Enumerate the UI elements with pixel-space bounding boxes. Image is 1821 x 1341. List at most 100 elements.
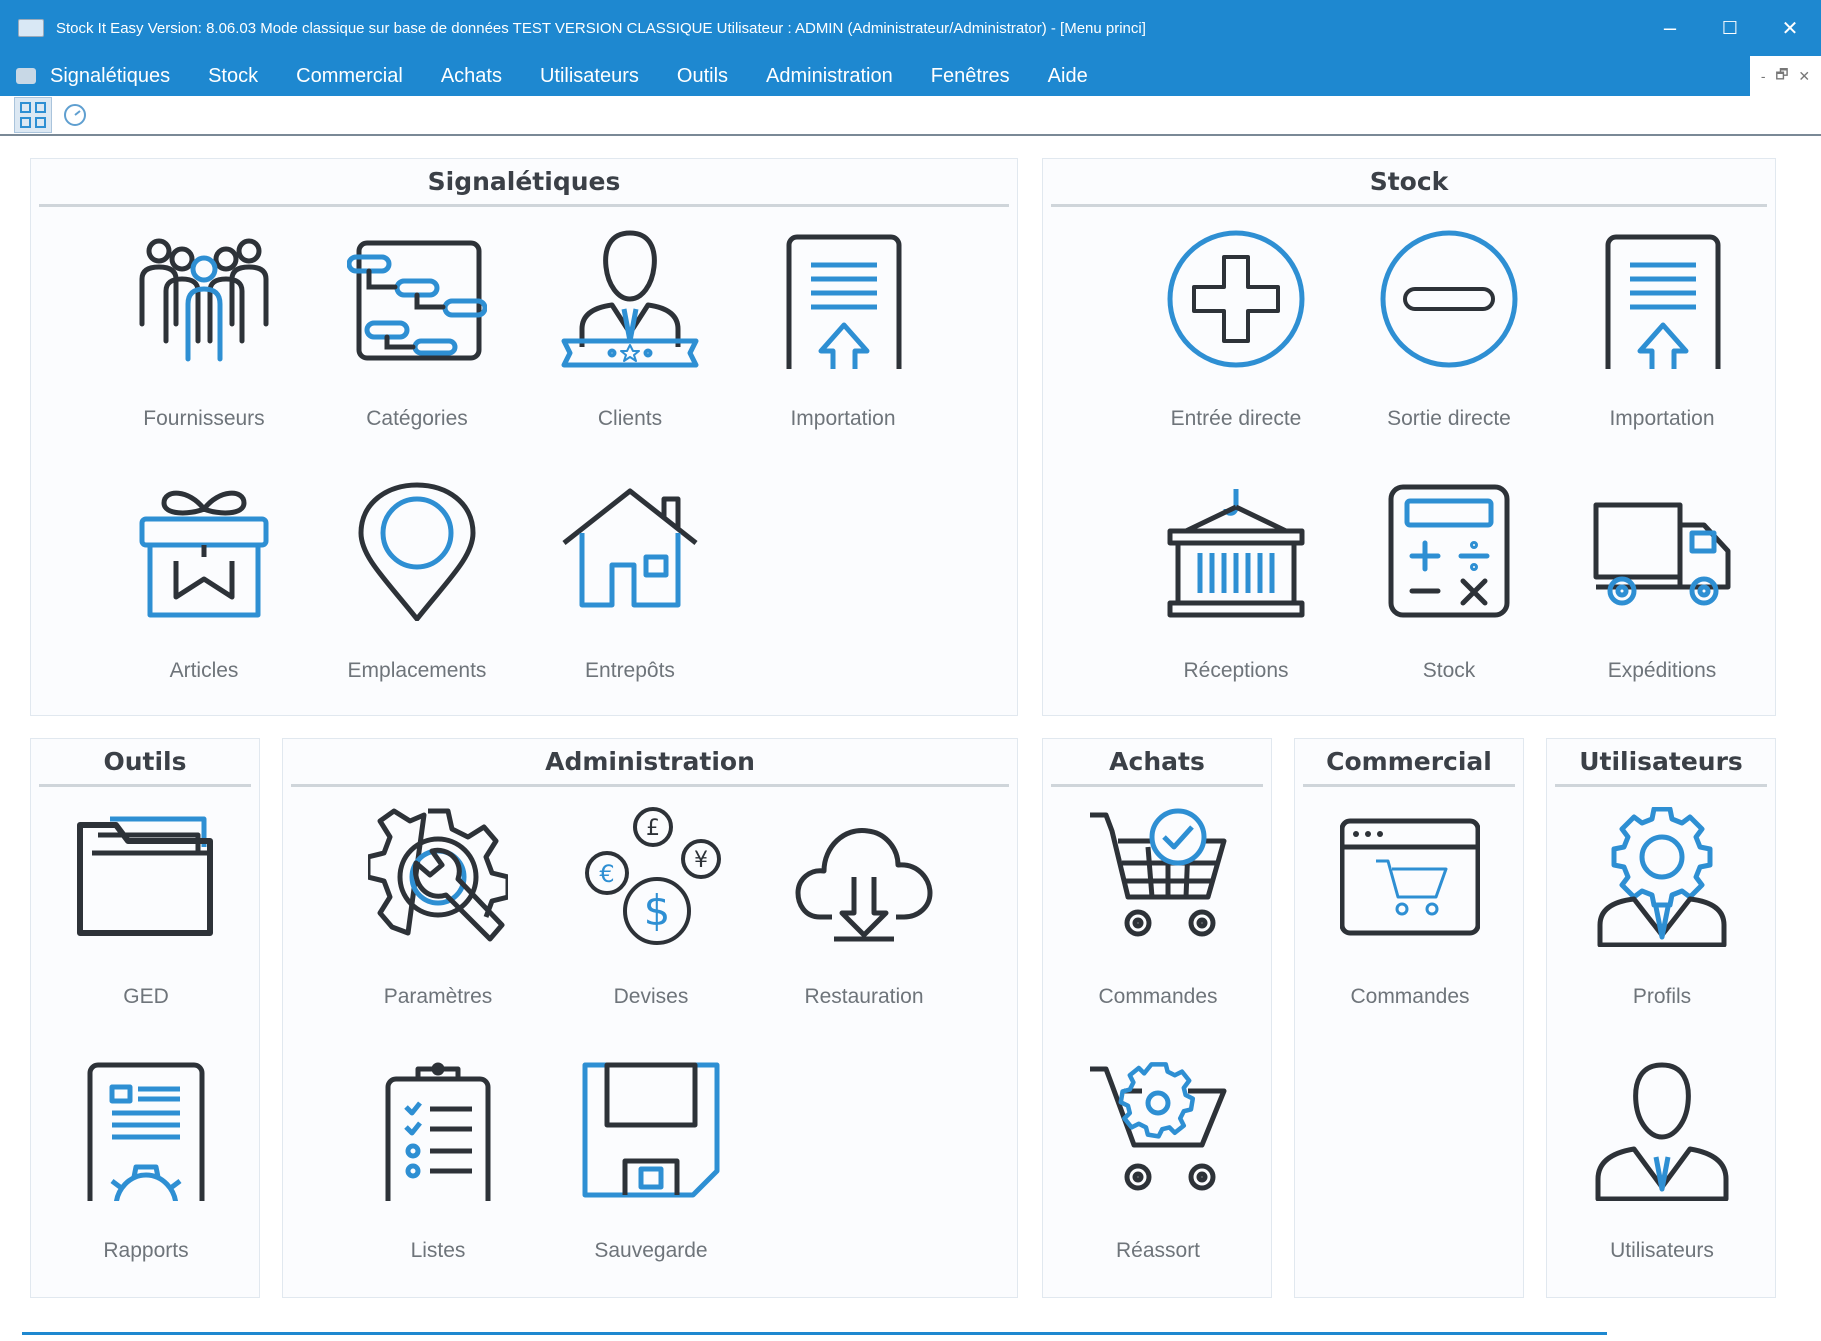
clients-icon [561, 230, 699, 368]
maximize-button[interactable]: ☐ [1700, 0, 1760, 56]
tile-label: Restauration [804, 985, 924, 1008]
tile-label: Listes [410, 1239, 466, 1262]
tile-entrepots[interactable]: Entrepôts [535, 481, 725, 701]
minus-circle-icon [1380, 230, 1518, 368]
panel-title: Utilisateurs [1555, 739, 1767, 787]
minimize-button[interactable]: – [1640, 0, 1700, 56]
tile-fournisseurs[interactable]: Fournisseurs [109, 229, 299, 449]
tile-label: Réassort [1115, 1239, 1201, 1262]
system-menu-icon[interactable] [16, 68, 36, 84]
tile-utilisateurs[interactable]: Utilisateurs [1567, 1061, 1757, 1281]
tile-receptions[interactable]: Réceptions [1141, 481, 1331, 701]
suppliers-icon [139, 238, 269, 362]
panel-utilisateurs: Utilisateurs Profils Utilisateurs [1546, 738, 1776, 1298]
tile-importation-stock[interactable]: Importation [1567, 229, 1757, 449]
tile-label: Sauvegarde [594, 1239, 708, 1262]
tile-restauration[interactable]: Restauration [769, 807, 959, 1027]
cart-gear-icon [1090, 1062, 1227, 1191]
dashboard-button[interactable] [56, 97, 94, 133]
toolbar [0, 96, 1821, 136]
floppy-disk-icon [582, 1062, 720, 1198]
tile-label: Entrepôts [585, 659, 675, 682]
panel-administration: Administration Paramètres £ ¥ € $ Devise… [282, 738, 1018, 1298]
menu-signaletiques[interactable]: Signalétiques [50, 65, 170, 88]
cart-check-icon [1090, 808, 1227, 937]
web-cart-icon [1340, 818, 1480, 936]
tile-sauvegarde[interactable]: Sauvegarde [556, 1061, 746, 1281]
panel-signaletiques: Signalétiques Fournisseurs Catégories Cl… [30, 158, 1018, 716]
menu-bar: Signalétiques Stock Commercial Achats Ut… [0, 56, 1750, 96]
tile-ged[interactable]: GED [51, 807, 241, 1027]
currencies-icon: £ ¥ € $ [585, 807, 721, 945]
tile-articles[interactable]: Articles [109, 481, 299, 701]
svg-text:£: £ [646, 816, 660, 841]
categories-icon [347, 240, 487, 361]
panel-title: Commercial [1303, 739, 1515, 787]
tile-label: Devises [613, 985, 689, 1008]
main-menu-button[interactable] [14, 97, 52, 133]
mdi-controls: - 🗗 ✕ [1750, 56, 1821, 96]
tile-reassort[interactable]: Réassort [1063, 1061, 1253, 1281]
close-button[interactable]: ✕ [1760, 0, 1820, 56]
tile-entree-directe[interactable]: Entrée directe [1141, 229, 1331, 449]
tile-listes[interactable]: Listes [343, 1061, 533, 1281]
tile-label: Expéditions [1607, 659, 1717, 682]
tile-label: Rapports [103, 1239, 189, 1262]
tile-devises[interactable]: £ ¥ € $ Devises [556, 807, 746, 1027]
tile-label: Commandes [1098, 985, 1218, 1008]
menu-fenetres[interactable]: Fenêtres [931, 65, 1010, 88]
menu-aide[interactable]: Aide [1048, 65, 1088, 88]
panel-achats: Achats Commandes Réassort [1042, 738, 1272, 1298]
location-pin-icon [358, 482, 476, 621]
tile-commandes-achats[interactable]: Commandes [1063, 807, 1253, 1027]
tile-label: Profils [1632, 985, 1692, 1008]
tile-profils[interactable]: Profils [1567, 807, 1757, 1027]
menu-outils[interactable]: Outils [677, 65, 728, 88]
tile-label: Utilisateurs [1610, 1239, 1714, 1262]
profile-gear-icon [1597, 807, 1727, 947]
import-icon [1605, 234, 1721, 369]
plus-circle-icon [1167, 230, 1305, 368]
tile-label: Clients [597, 407, 663, 430]
tile-clients[interactable]: Clients [535, 229, 725, 449]
menu-achats[interactable]: Achats [441, 65, 502, 88]
menu-commercial[interactable]: Commercial [296, 65, 403, 88]
tile-parametres[interactable]: Paramètres [343, 807, 533, 1027]
settings-wrench-icon [368, 808, 508, 942]
container-icon [1167, 489, 1305, 618]
mdi-close-button[interactable]: ✕ [1798, 68, 1810, 85]
tile-label: Catégories [366, 407, 468, 430]
tile-sortie-directe[interactable]: Sortie directe [1354, 229, 1544, 449]
svg-text:€: € [599, 860, 614, 888]
menu-utilisateurs[interactable]: Utilisateurs [540, 65, 639, 88]
truck-icon [1593, 502, 1731, 606]
tile-importation[interactable]: Importation [748, 229, 938, 449]
window-title: Stock It Easy Version: 8.06.03 Mode clas… [56, 19, 1146, 37]
report-icon [87, 1062, 205, 1201]
tile-label: Commandes [1350, 985, 1470, 1008]
tile-label: Fournisseurs [143, 407, 265, 430]
tile-label: Sortie directe [1387, 407, 1511, 430]
tile-commandes-commercial[interactable]: Commandes [1315, 807, 1505, 1027]
cloud-download-icon [795, 828, 933, 942]
menu-administration[interactable]: Administration [766, 65, 893, 88]
mdi-restore-button[interactable]: 🗗 [1775, 64, 1788, 88]
bottom-divider [22, 1332, 1607, 1335]
panel-title: Stock [1051, 159, 1767, 207]
house-icon [562, 488, 698, 608]
mdi-minimize-button[interactable]: - [1761, 68, 1766, 84]
tile-rapports[interactable]: Rapports [51, 1061, 241, 1281]
tile-label: GED [123, 985, 169, 1008]
panel-title: Achats [1051, 739, 1263, 787]
user-icon [1595, 1062, 1729, 1201]
grid-icon [20, 102, 46, 128]
tile-stock[interactable]: Stock [1354, 481, 1544, 701]
panel-commercial: Commercial Commandes [1294, 738, 1524, 1298]
import-icon [786, 234, 902, 369]
tile-categories[interactable]: Catégories [322, 229, 512, 449]
menu-stock[interactable]: Stock [208, 65, 258, 88]
tile-label: Importation [1609, 407, 1715, 430]
panel-title: Outils [39, 739, 251, 787]
tile-emplacements[interactable]: Emplacements [322, 481, 512, 701]
tile-expeditions[interactable]: Expéditions [1567, 481, 1757, 701]
